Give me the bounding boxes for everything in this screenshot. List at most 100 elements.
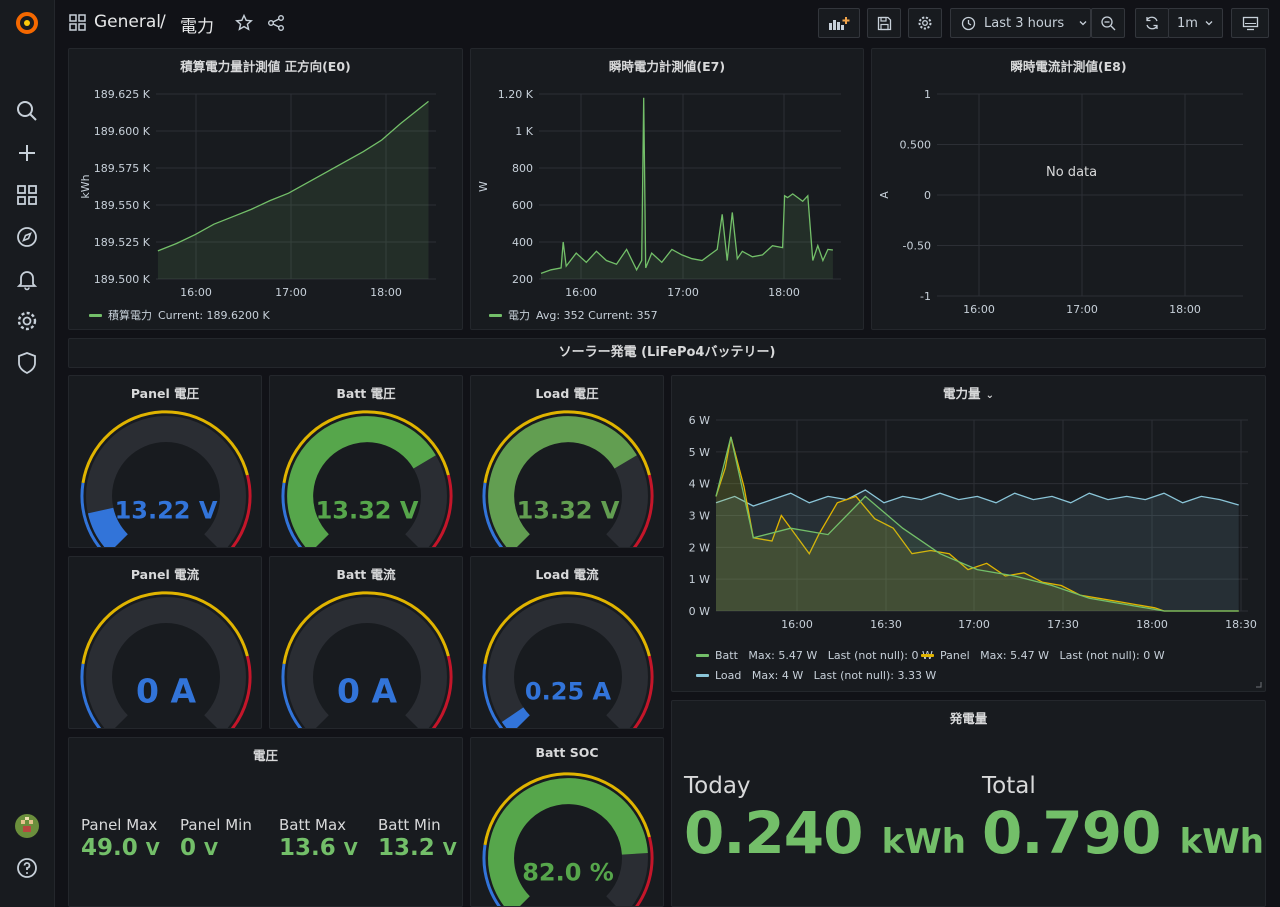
y-tick-label: 189.600 K [94, 125, 151, 138]
x-tick-label: 16:00 [781, 618, 813, 631]
breadcrumb-separator: / [160, 12, 166, 32]
stat-label: Batt Max [279, 816, 347, 834]
gauge-track [488, 597, 648, 728]
y-tick-label: 1 [924, 88, 931, 101]
tv-mode-button[interactable] [1231, 8, 1269, 38]
no-data-message: No data [1046, 165, 1098, 180]
x-tick-label: 18:30 [1225, 618, 1257, 631]
y-tick-label: 200 [512, 273, 533, 286]
top-navbar: General / 電力 Last 3 hours 1m [55, 0, 1280, 48]
legend-swatch [696, 654, 709, 657]
panel-batt-soc[interactable]: Batt SOC 82.0 % [470, 737, 664, 907]
add-panel-button[interactable] [818, 8, 860, 38]
series-area-電力 [541, 97, 833, 279]
x-tick-label: 16:00 [180, 286, 212, 299]
alerting-bell-icon[interactable] [14, 266, 40, 292]
user-avatar[interactable] [14, 813, 40, 839]
grafana-logo-icon[interactable] [14, 10, 40, 36]
server-admin-shield-icon[interactable] [14, 350, 40, 376]
explore-icon[interactable] [14, 224, 40, 250]
stat-value: 49.0 V [81, 835, 160, 861]
soc-gauge: 82.0 % [482, 772, 654, 906]
gauge-value: 0.25 A [525, 677, 612, 705]
dashboard-grid-icon [69, 14, 86, 35]
save-dashboard-button[interactable] [867, 8, 901, 38]
y-tick-label: 0.500 [900, 139, 932, 152]
gauge: 0 A [80, 591, 252, 728]
plus-icon[interactable] [14, 140, 40, 166]
x-tick-label: 17:00 [1066, 303, 1098, 316]
today-value: 0.240 kWh [684, 799, 966, 867]
y-tick-label: -1 [920, 290, 931, 303]
refresh-interval-picker[interactable]: 1m [1168, 8, 1223, 38]
legend-item-load[interactable]: Load Max: 4 W Last (not null): 3.33 W [696, 669, 936, 682]
x-tick-label: 18:00 [768, 286, 800, 299]
gauge-fill [501, 707, 531, 728]
x-tick-label: 17:00 [667, 286, 699, 299]
stat-value: 13.2 V [378, 835, 457, 861]
gauge: 13.32 V [281, 410, 453, 547]
panel-current[interactable]: 瞬時電流計測値(E8) -1 -0.50 0 0.500 1 16:00 17:00 18:0… [871, 48, 1266, 330]
panel-power-amount[interactable]: 電力量 ⌄ 0 W1 W2 W3 W4 W5 W6 W 16:00 16:30 17:0… [671, 375, 1266, 692]
panel-generation[interactable]: 発電量 Today 0.240 kWh Total 0.790 kWh [671, 700, 1266, 907]
resize-handle-icon[interactable] [1255, 681, 1262, 688]
legend-text: Panel Max: 5.47 W Last (not null): 0 W [940, 649, 1165, 662]
panel-gauge[interactable]: Panel 電圧 13.22 V [68, 375, 262, 548]
legend-item-batt[interactable]: Batt Max: 5.47 W Last (not null): 0 W [696, 649, 933, 662]
zoom-out-button[interactable] [1091, 8, 1125, 38]
y-tick-label: 1 K [515, 125, 533, 138]
x-tick-label: 16:00 [565, 286, 597, 299]
star-icon[interactable] [235, 13, 253, 36]
zoom-out-icon [1101, 16, 1116, 31]
add-panel-icon [829, 17, 850, 30]
legend-item[interactable]: 積算電力 Current: 189.6200 K [89, 307, 270, 323]
chevron-down-icon [1205, 21, 1213, 26]
panel-voltage[interactable]: 電圧 Panel Max 49.0 V Panel Min 0 V Batt M… [68, 737, 463, 907]
share-icon[interactable] [267, 14, 285, 36]
panel-power[interactable]: 瞬時電力計測値(E7) 200 400 600 800 1 K 1.20 K 16:00 17… [470, 48, 864, 330]
power-chart: 200 400 600 800 1 K 1.20 K 16:00 17:00 18:00 W [477, 88, 841, 299]
y-axis-label: W [477, 181, 490, 192]
refresh-button[interactable] [1135, 8, 1169, 38]
x-tick-label: 18:00 [1136, 618, 1168, 631]
gauge: 13.32 V [482, 410, 654, 547]
x-tick-label: 16:30 [870, 618, 902, 631]
time-range-picker[interactable]: Last 3 hours [950, 8, 1091, 38]
breadcrumb-folder[interactable]: General [94, 12, 161, 32]
dashboard-settings-button[interactable] [908, 8, 942, 38]
soc-value: 82.0 % [522, 858, 614, 886]
legend-swatch [696, 674, 709, 677]
panel-energy[interactable]: 積算電力量計測値 正方向(E0) 189.500 K 189.525 K 189.5… [68, 48, 463, 330]
y-tick-label: 0 W [689, 605, 710, 618]
y-tick-label: 800 [512, 162, 533, 175]
legend-item-panel[interactable]: Panel Max: 5.47 W Last (not null): 0 W [921, 649, 1165, 662]
panel-gauge[interactable]: Panel 電流 0 A [68, 556, 262, 729]
legend-series-name: 電力 [508, 309, 530, 322]
legend-item[interactable]: 電力 Avg: 352 Current: 357 [489, 307, 658, 323]
configuration-gear-icon[interactable] [14, 308, 40, 334]
stat-label: Batt Min [378, 816, 441, 834]
stat-label: Panel Min [180, 816, 252, 834]
panel-gauge[interactable]: Batt 電流 0 A [269, 556, 463, 729]
stat-value: 0 V [180, 835, 218, 861]
legend-swatch [489, 313, 502, 317]
search-icon[interactable] [14, 98, 40, 124]
dashboards-icon[interactable] [14, 182, 40, 208]
settings-gear-icon [918, 16, 932, 30]
panel-gauge[interactable]: Batt 電圧 13.32 V [269, 375, 463, 548]
help-icon[interactable] [14, 855, 40, 881]
legend-text: Batt Max: 5.47 W Last (not null): 0 W [715, 649, 933, 662]
y-tick-label: -0.50 [903, 240, 931, 253]
y-tick-label: 189.500 K [94, 273, 151, 286]
monitor-icon [1242, 16, 1258, 30]
sidebar [0, 0, 55, 907]
dashboard-row-title[interactable]: ソーラー発電 (LiFePo4バッテリー) [68, 338, 1266, 368]
panel-gauge[interactable]: Load 電圧 13.32 V [470, 375, 664, 548]
x-tick-label: 18:00 [370, 286, 402, 299]
gauge-value: 13.32 V [517, 496, 620, 524]
panel-gauge[interactable]: Load 電流 0.25 A [470, 556, 664, 729]
y-tick-label: 189.625 K [94, 88, 151, 101]
legend-swatch [89, 313, 102, 317]
x-tick-label: 18:00 [1169, 303, 1201, 316]
y-tick-label: 2 W [689, 541, 710, 554]
